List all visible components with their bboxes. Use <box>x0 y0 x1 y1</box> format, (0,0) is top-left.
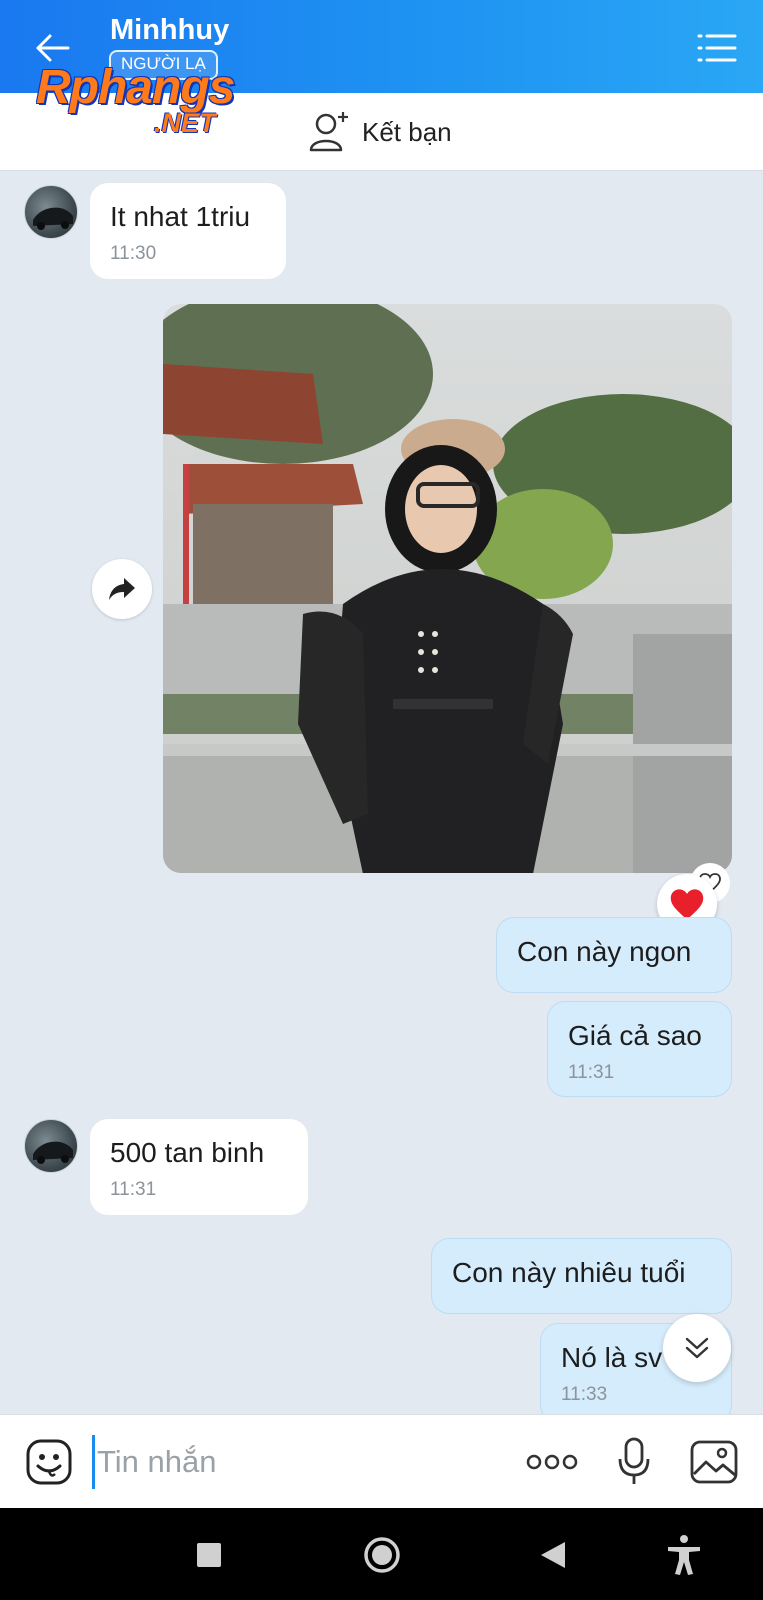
list-menu-icon <box>697 34 737 62</box>
share-button[interactable] <box>92 559 152 619</box>
message-time: 11:30 <box>110 243 157 264</box>
message-text: Con này nhiêu tuổi <box>452 1257 686 1288</box>
more-options-button[interactable] <box>522 1437 582 1487</box>
message-bubble-outgoing[interactable]: Con này ngon <box>496 917 732 993</box>
back-nav-button[interactable] <box>526 1528 580 1582</box>
car-avatar-image <box>33 207 73 230</box>
circle-home-icon <box>364 1537 400 1573</box>
car-avatar-image <box>33 1141 73 1164</box>
person-add-icon <box>309 112 348 152</box>
sticker-button[interactable] <box>24 1437 74 1487</box>
message-bubble-incoming[interactable]: 500 tan binh 11:31 <box>90 1119 308 1215</box>
scroll-to-bottom-button[interactable] <box>663 1314 731 1382</box>
image-icon <box>690 1440 738 1484</box>
photo-image <box>163 304 732 873</box>
accessibility-icon <box>668 1535 700 1575</box>
heart-icon <box>670 889 704 920</box>
gallery-button[interactable] <box>688 1437 740 1487</box>
back-button[interactable] <box>28 24 76 72</box>
menu-button[interactable] <box>693 24 741 72</box>
message-bubble-outgoing[interactable]: Giá cả sao 11:31 <box>547 1001 732 1097</box>
message-list[interactable]: It nhat 1triu 11:30 Con này ngon Giá cả … <box>0 171 763 1414</box>
home-button[interactable] <box>355 1528 409 1582</box>
chat-header: Minhhuy NGƯỜI LẠ <box>0 0 763 93</box>
microphone-icon <box>618 1437 650 1484</box>
avatar[interactable] <box>24 1119 78 1173</box>
add-friend-button[interactable]: Kết bạn <box>308 107 452 157</box>
accessibility-button[interactable] <box>657 1528 711 1582</box>
stranger-badge: NGƯỜI LẠ <box>109 50 218 80</box>
message-input-bar <box>0 1414 763 1508</box>
three-dots-icon <box>526 1454 578 1470</box>
share-forward-icon <box>109 578 135 600</box>
message-text: Con này ngon <box>517 936 692 967</box>
add-friend-label: Kết bạn <box>362 116 452 147</box>
voice-record-button[interactable] <box>612 1435 656 1489</box>
message-text: Giá cả sao <box>568 1020 702 1051</box>
message-bubble-incoming[interactable]: It nhat 1triu 11:30 <box>90 183 286 279</box>
avatar[interactable] <box>24 185 78 239</box>
arrow-left-icon <box>36 34 70 62</box>
square-icon <box>197 1543 221 1567</box>
message-text: It nhat 1triu <box>110 201 251 232</box>
message-input[interactable] <box>92 1435 492 1489</box>
message-time: 11:33 <box>561 1384 608 1405</box>
system-navigation-bar <box>0 1508 763 1600</box>
recents-button[interactable] <box>182 1528 236 1582</box>
triangle-back-icon <box>541 1542 565 1568</box>
message-time: 11:31 <box>110 1179 157 1200</box>
friend-request-bar: Kết bạn <box>0 93 763 171</box>
sticker-face-icon <box>26 1439 72 1485</box>
double-chevron-down-icon <box>685 1337 709 1359</box>
message-bubble-outgoing[interactable]: Con này nhiêu tuổi <box>431 1238 732 1314</box>
contact-name[interactable]: Minhhuy <box>110 14 229 47</box>
message-time: 11:31 <box>568 1062 615 1083</box>
message-text: 500 tan binh <box>110 1137 265 1168</box>
shared-photo[interactable] <box>163 304 732 873</box>
